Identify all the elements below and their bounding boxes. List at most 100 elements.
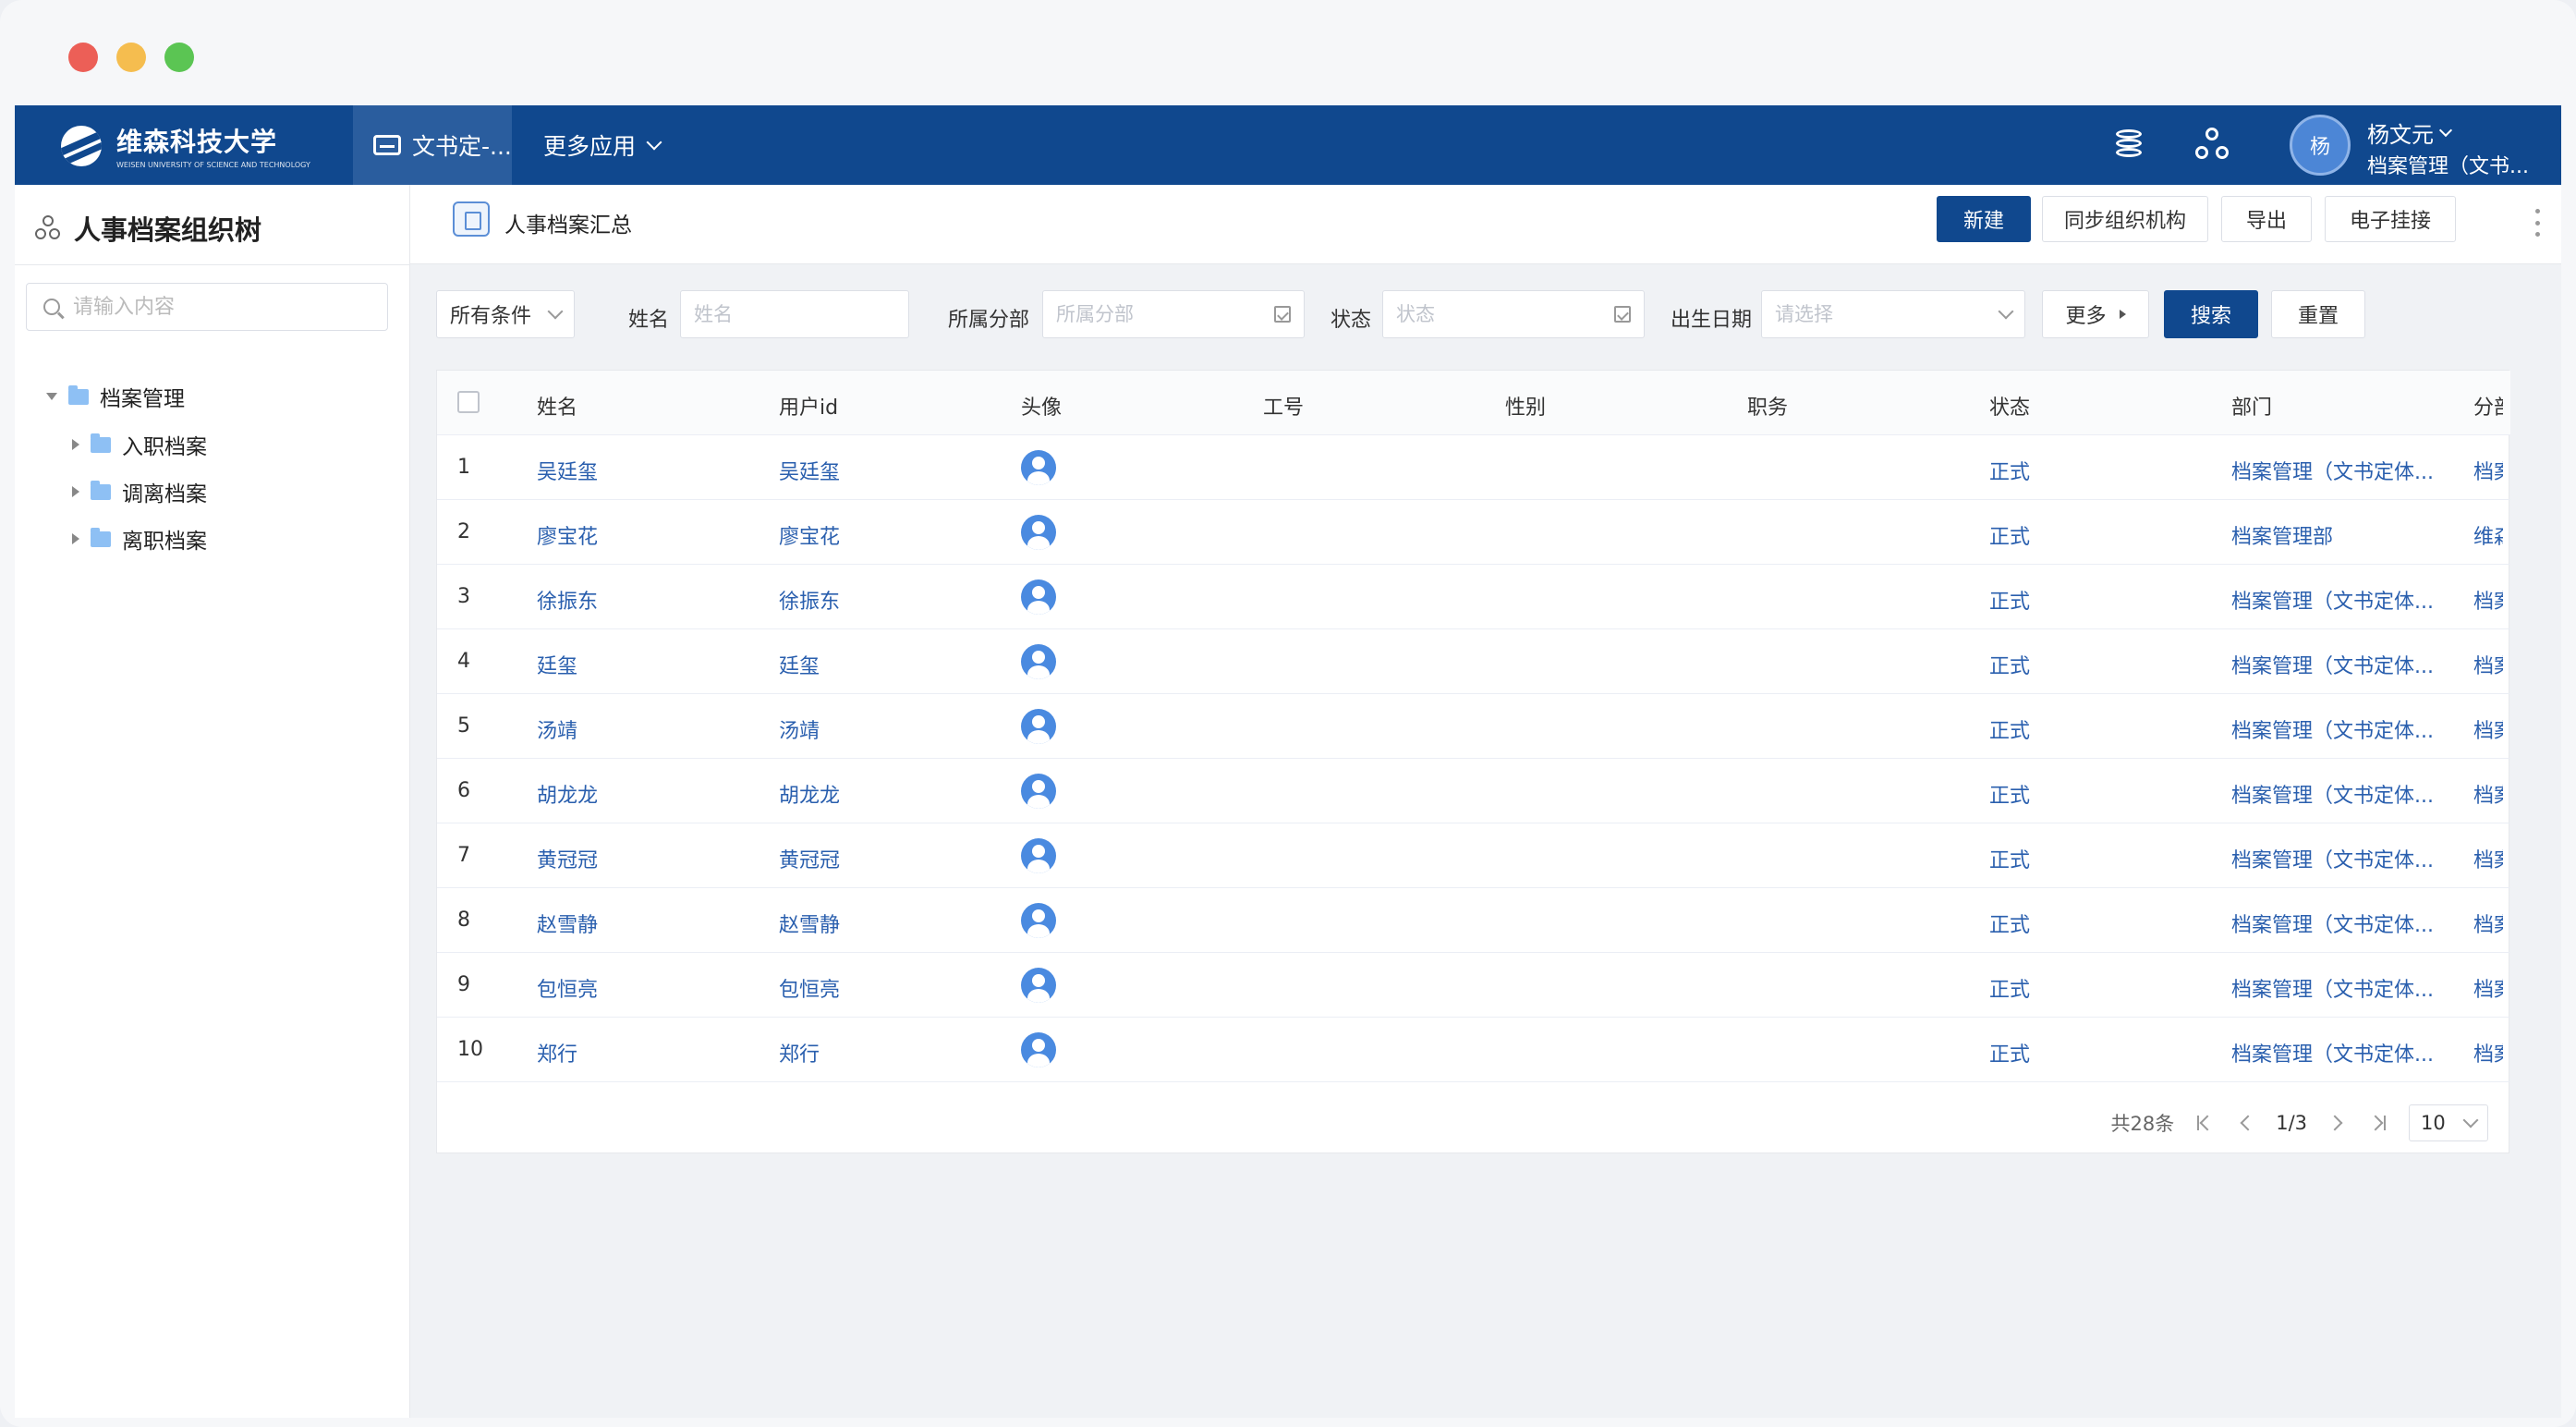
name-link[interactable]: 黄冠冠 [537,844,598,873]
folder-icon [91,433,111,453]
tree-node-root[interactable]: 档案管理 [46,381,185,412]
university-logo[interactable]: 维森科技大学 WEISEN UNIVERSITY OF SCIENCE AND … [61,122,310,169]
table-row[interactable]: 9 包恒亮 包恒亮 正式 档案管理（文书定体... 档案 [437,953,2510,1018]
user-avatar-icon [1021,968,1056,1003]
row-number: 8 [457,909,470,932]
caret-right-icon[interactable] [72,439,79,450]
top-navbar: 维森科技大学 WEISEN UNIVERSITY OF SCIENCE AND … [15,105,2561,185]
column-header[interactable]: 头像 [1021,391,1062,421]
name-link[interactable]: 郑行 [537,1038,577,1067]
table-row[interactable]: 8 赵雪静 赵雪静 正式 档案管理（文书定体... 档案 [437,888,2510,953]
user-id-link[interactable]: 徐振东 [779,585,840,615]
name-link[interactable]: 廖宝花 [537,520,598,550]
table-row[interactable]: 10 郑行 郑行 正式 档案管理（文书定体... 档案 [437,1018,2510,1082]
page-size-select[interactable]: 10 [2409,1104,2488,1141]
name-input[interactable] [694,303,895,325]
name-link[interactable]: 包恒亮 [537,973,598,1003]
database-icon[interactable] [2112,128,2145,161]
user-department: 档案管理（文书... [2367,155,2529,178]
more-filters-button[interactable]: 更多 [2042,290,2149,338]
table-header: 姓名 用户id 头像 工号 性别 职务 状态 部门 分部 [437,371,2510,435]
search-button[interactable]: 搜索 [2164,290,2258,338]
tree-node-transfer[interactable]: 调离档案 [72,476,207,507]
table-row[interactable]: 5 汤靖 汤靖 正式 档案管理（文书定体... 档案 [437,694,2510,759]
sync-org-button[interactable]: 同步组织机构 [2042,196,2208,242]
column-header[interactable]: 性别 [1505,391,1546,421]
name-link[interactable]: 汤靖 [537,714,577,744]
name-link[interactable]: 赵雪静 [537,909,598,938]
column-header[interactable]: 用户id [779,391,838,421]
table-row[interactable]: 6 胡龙龙 胡龙龙 正式 档案管理（文书定体... 档案 [437,759,2510,823]
maximize-window-button[interactable] [164,43,194,72]
status-input[interactable] [1396,303,1614,325]
caret-down-icon[interactable] [46,393,57,400]
more-options-icon[interactable] [2535,209,2541,237]
tree-search-input[interactable] [73,295,369,319]
user-id-link[interactable]: 汤靖 [779,714,820,744]
user-id-link[interactable]: 吴廷玺 [779,456,840,485]
tree-search-box[interactable] [26,283,388,331]
caret-right-icon[interactable] [72,486,79,497]
table-row[interactable]: 7 黄冠冠 黄冠冠 正式 档案管理（文书定体... 档案 [437,823,2510,888]
more-apps-menu[interactable]: 更多应用 [543,105,662,185]
last-page-icon[interactable] [2368,1113,2388,1133]
total-count: 共28条 [2110,1113,2175,1135]
name-link[interactable]: 吴廷玺 [537,456,598,485]
nav-tab-active[interactable]: 文书定-... [353,105,512,185]
column-header[interactable]: 职务 [1747,391,1788,421]
table-row[interactable]: 3 徐振东 徐振东 正式 档案管理（文书定体... 档案 [437,565,2510,629]
pagination: 共28条 1/3 10 [2110,1103,2488,1143]
new-button[interactable]: 新建 [1937,196,2031,242]
name-link[interactable]: 廷玺 [537,650,577,679]
user-id-link[interactable]: 包恒亮 [779,973,840,1003]
search-icon [43,299,60,315]
minimize-window-button[interactable] [116,43,146,72]
prev-page-icon[interactable] [2235,1113,2255,1133]
table-row[interactable]: 4 廷玺 廷玺 正式 档案管理（文书定体... 档案 [437,629,2510,694]
name-link[interactable]: 徐振东 [537,585,598,615]
user-avatar[interactable]: 杨 [2290,115,2351,176]
column-header[interactable]: 状态 [1989,391,2030,421]
name-label: 姓名 [628,309,670,332]
column-header[interactable]: 部门 [2231,391,2272,421]
first-page-icon[interactable] [2194,1113,2215,1133]
column-header[interactable]: 分部 [2473,391,2503,421]
table-row[interactable]: 2 廖宝花 廖宝花 正式 档案管理部 维森 [437,500,2510,565]
close-window-button[interactable] [68,43,98,72]
attach-button[interactable]: 电子挂接 [2325,196,2456,242]
tree-node-onboarding[interactable]: 入职档案 [72,429,207,460]
birth-date-input[interactable] [1775,303,2000,325]
user-menu[interactable]: 杨文元 [2367,116,2453,149]
department-cell: 档案管理（文书定体... [2231,785,2434,808]
user-id-link[interactable]: 廖宝花 [779,520,840,550]
name-filter[interactable] [680,290,909,338]
reset-button[interactable]: 重置 [2271,290,2365,338]
condition-select[interactable]: 所有条件 [436,290,575,338]
department-cell: 档案管理（文书定体... [2231,979,2434,1002]
birth-date-select[interactable] [1761,290,2025,338]
row-number: 4 [457,650,470,673]
column-header[interactable]: 工号 [1263,391,1304,421]
branch-filter[interactable] [1042,290,1305,338]
next-page-icon[interactable] [2327,1113,2348,1133]
user-id-link[interactable]: 胡龙龙 [779,779,840,809]
status-filter[interactable] [1382,290,1645,338]
branch-input[interactable] [1056,303,1274,325]
app-container: 维森科技大学 WEISEN UNIVERSITY OF SCIENCE AND … [15,105,2561,1418]
name-link[interactable]: 胡龙龙 [537,779,598,809]
user-id-link[interactable]: 黄冠冠 [779,844,840,873]
picker-icon[interactable] [1614,306,1631,323]
column-header[interactable]: 姓名 [537,391,577,421]
user-id-link[interactable]: 郑行 [779,1038,820,1067]
chevron-down-icon [1998,303,2014,320]
table-row[interactable]: 1 吴廷玺 吴廷玺 正式 档案管理（文书定体... 档案 [437,435,2510,500]
user-avatar-icon [1021,709,1056,744]
picker-icon[interactable] [1274,306,1291,323]
tree-node-resignation[interactable]: 离职档案 [72,523,207,555]
org-structure-icon[interactable] [2195,128,2229,161]
caret-right-icon[interactable] [72,533,79,544]
user-id-link[interactable]: 赵雪静 [779,909,840,938]
export-button[interactable]: 导出 [2221,196,2312,242]
select-all-checkbox[interactable] [457,391,480,413]
user-id-link[interactable]: 廷玺 [779,650,820,679]
